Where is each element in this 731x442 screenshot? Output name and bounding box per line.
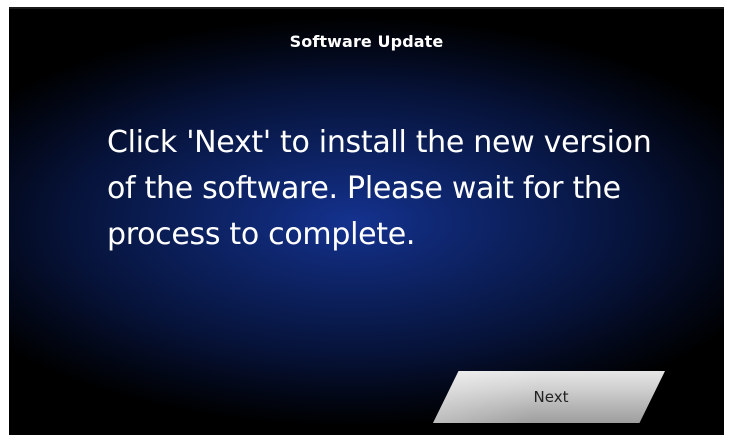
display-frame: Software Update Click 'Next' to install …	[0, 0, 731, 442]
dialog-message: Click 'Next' to install the new version …	[107, 125, 652, 252]
update-screen: Software Update Click 'Next' to install …	[9, 7, 724, 435]
dialog-title: Software Update	[289, 32, 444, 51]
next-button-label: Next	[533, 388, 569, 406]
next-button[interactable]: Next	[433, 371, 665, 423]
